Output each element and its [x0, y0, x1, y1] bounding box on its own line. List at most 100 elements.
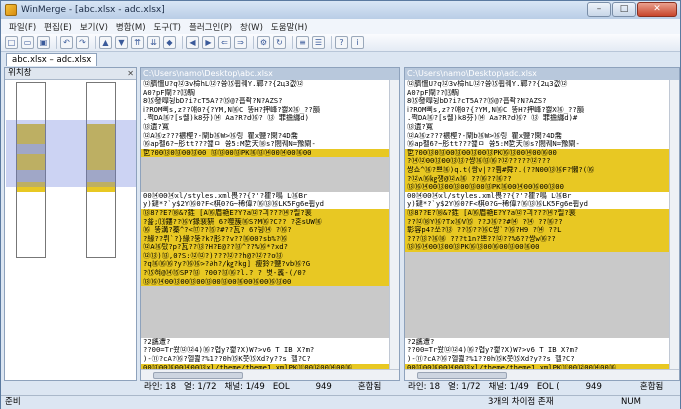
new-icon[interactable]: □ [5, 36, 18, 49]
text-line[interactable]: ⑫臍慍U?q⑫3v椧hL⑫?쓩⑮휩퀘Y.鄲??{2ц3갮⑫ [141, 80, 399, 89]
copy-all-right-icon[interactable]: ⇒ [234, 36, 247, 49]
text-line[interactable]: ⅰ?ROM삐s,z??얘0?{?YM,N⑯C 똥H?押峰?쐟X⑯_??韻 [141, 106, 399, 115]
text-line[interactable]: 8⑮發噑뉭bD?i?cT5A??⑮@?흡좍?N?AZS? [141, 97, 399, 106]
copy-right-icon[interactable]: ▶ [202, 36, 215, 49]
current-diff-icon[interactable]: ◆ [163, 36, 176, 49]
text-line[interactable]: ⅰ?ROM삐s,z??얘0?{?YM,N⑯C 똥H?押峰?쐟X⑯_??韻 [405, 106, 679, 115]
diff-gap-line[interactable] [405, 277, 679, 287]
diff-line[interactable]: ?⑫ʌ⑯㎏쟁@⑫ʌ⑯ ??⑯??⑯?? [405, 174, 679, 184]
text-line[interactable]: y)鐽*?`y$2Y⑯0?F<棋0?G~稀偉?⑯⑬⑯LK5Fg6e휩yd [141, 200, 399, 209]
text-line[interactable]: 00⑭00⑭xl/styles.xml畏??{?'?瞿?鳴 L⑯Br [405, 192, 679, 201]
diff-line[interactable]: ⑬⑯⑭00⑬00⑬PK⑯⑬00⑯00⑬00⑯00 [405, 243, 679, 252]
text-line[interactable]: ??00=Tr쐈⑫⑫4)⑯?렵y?쐝?X)W?>v6 T IB X?m? [405, 346, 679, 355]
left-file-pane[interactable]: C:\Users\namo\Desktop\abc.xlsx ⑫臍慍U?q⑫3v… [140, 67, 400, 381]
right-horizontal-scrollbar[interactable] [405, 369, 679, 380]
diff-line[interactable]: ⑬⑯⑭00⑬00⑬00⑬00⑬PK⑯00⑭00⑯00⑬00 [405, 183, 679, 192]
text-line[interactable]: ⑯ap펠6?~肜tt???쐝ㅁ 쓩5:M乴天⑱s?閤퀘N=豫閘- [141, 140, 399, 149]
diff-line[interactable]: ?쑕;⒀鏤??⑯Y錄裵豣 6?噬簇⑯S?M⑯?C?? ?혼sUW⑯ [141, 217, 399, 227]
menu-tools[interactable]: 도구(T) [150, 21, 185, 33]
compare-icon[interactable]: ≡ [296, 36, 309, 49]
diff-gap-line[interactable] [141, 174, 399, 184]
text-line[interactable]: ⑬遺?寬 [405, 123, 679, 132]
diff-line[interactable]: 쌍쇼^⑯?쁘⑯)q.t(쌍v|??쬠#舜?.(??N00⑬⑯F?懶?(⑯ [405, 165, 679, 175]
menu-help[interactable]: 도움말(H) [267, 21, 311, 33]
minimize-button[interactable]: – [587, 2, 611, 17]
scroll-thumb[interactable] [153, 372, 243, 379]
diff-gap-line[interactable] [405, 286, 679, 295]
diff-gap-line[interactable] [141, 183, 399, 192]
text-line[interactable]: )-⑪?cA?⑯?헬쬝?%1??0h⑮K쯧⑮Xd?y??s 헬?C? [405, 355, 679, 364]
text-line[interactable]: ?2讗遭? [405, 338, 679, 347]
text-line[interactable]: A0?pF閘??⒀騊 [141, 89, 399, 98]
diff-line[interactable]: ⑬⑯⑭00⑬00⑬00⑬00⑬00⑯00⑯00⑯⑬00 [141, 277, 399, 287]
text-line[interactable]: ⑯ap펠6?~肜tt???쐝ㅁ 쓩5:M乴天⑱s?閤퀘N=豫閘- [405, 140, 679, 149]
text-line[interactable]: .쩍DA⑯?[s쏄)k8芬)⑭ Aa?R?d⑯? ⑬ 罪擔纏d)# [405, 114, 679, 123]
diff-gap-line[interactable] [141, 329, 399, 338]
right-vertical-scrollbar[interactable] [669, 80, 679, 369]
diff-gap-line[interactable] [141, 320, 399, 330]
tab-abc-adc[interactable]: abc.xlsx – adc.xlsx [6, 53, 98, 66]
diff-gap-line[interactable] [405, 260, 679, 270]
diff-gap-line[interactable] [405, 294, 679, 304]
menu-edit[interactable]: 편집(E) [40, 21, 76, 33]
close-button[interactable]: ✕ [637, 2, 677, 17]
text-line[interactable]: A0?pF閘??⒀騊 [405, 89, 679, 98]
text-line[interactable]: ⑫A⑯z???襛樫?-閘b⑯W>⑯링 瞿x鹽?閑?4D喬 [405, 132, 679, 141]
menu-view[interactable]: 보기(V) [76, 21, 112, 33]
diff-line[interactable]: 乴?00⑬0⑬00⑬00⑬00⑬PK⑯⑬00⑭00⑯00 [405, 148, 679, 158]
diff-gap-line[interactable] [405, 312, 679, 321]
menu-plugins[interactable]: 플러그인(P) [185, 21, 236, 33]
menu-window[interactable]: 창(W) [236, 21, 267, 33]
title-bar[interactable]: WinMerge - [abc.xlsx - adc.xlsx] – □ ✕ [1, 1, 680, 19]
save-icon[interactable]: ▣ [37, 36, 50, 49]
prev-diff-icon[interactable]: ▲ [99, 36, 112, 49]
text-line[interactable]: y)鐽*?`y$2Y⑯0?F<棋0?G~稀偉?⑯⑬⑯LK5Fg6e휩yd [405, 200, 679, 209]
diff-line[interactable]: ⑬8??E?⑱&?鉎 [A⑯眉艳E?Y?a⑫?긔???⑭?릴?裵 [405, 208, 679, 218]
location-viewport-indicator[interactable] [6, 120, 136, 187]
undo-icon[interactable]: ↶ [60, 36, 73, 49]
text-line[interactable]: ⑫A⑯z???襛樫?-閘b⑯W>⑯링 瞿x鹽?閑?4D喬 [141, 132, 399, 141]
diff-line[interactable]: ?q⑯⑯⑯?y?⑯⑯>?∂h?/㎏?kg] 瘦鈴?鹽?vb⑯?G [141, 260, 399, 270]
diff-line[interactable]: ?⑮혀@⑭⑮SP?⑬ ?00?⑬⑯?l.? ? 볏-䩁-(/0? [141, 269, 399, 278]
close-icon[interactable]: ✕ [127, 68, 134, 79]
first-diff-icon[interactable]: ⇈ [131, 36, 144, 49]
diff-gap-line[interactable] [405, 251, 679, 261]
redo-icon[interactable]: ↷ [76, 36, 89, 49]
diff-gap-line[interactable] [141, 157, 399, 166]
text-line[interactable]: ??00=Tr쐈⑫⑫4)⑯?렵y?쐝?X)W?>v6 T IB X?m? [141, 346, 399, 355]
menu-file[interactable]: 파일(F) [5, 21, 40, 33]
text-line[interactable]: ⑬遺?寬 [141, 123, 399, 132]
right-file-pane[interactable]: C:\Users\namo\Desktop\adc.xlsx ⑫臍慍U?q⑫3v… [404, 67, 680, 381]
diff-gap-line[interactable] [405, 269, 679, 278]
copy-left-icon[interactable]: ◀ [186, 36, 199, 49]
diff-gap-line[interactable] [141, 286, 399, 295]
text-line[interactable]: )-⑪?cA?⑯?헬쬝?%1??0h⑮K쯧⑮Xd?y??s 헬?C? [141, 355, 399, 364]
diff-line[interactable]: 彰容p4?쏘?⑬ ??⑮??⑯C쌍`?⑯?H9 ?⑭ ??L [405, 226, 679, 235]
diff-line[interactable]: ⑫A⑯탔?p?瓦??⑬?H?E@??⑬^??%⑯*?xd? [141, 243, 399, 252]
left-vertical-scrollbar[interactable] [389, 80, 399, 369]
diff-line[interactable]: ⑯ 똥溝?蓁^?<⑰??⑮?#??瓦? 6?뉭⑭ ?⑯? [141, 226, 399, 235]
diff-gap-line[interactable] [405, 303, 679, 313]
scroll-thumb[interactable] [417, 372, 507, 379]
diff-line[interactable]: ⑫⑬)⑬,0?S:⑫⑫?)???⑫??h@?⑫??o⑬ [141, 251, 399, 261]
menu-merge[interactable]: 병합(M) [112, 21, 150, 33]
last-diff-icon[interactable]: ⇊ [147, 36, 160, 49]
diff-line[interactable]: ⑬8??E?⑱&?鉎 [A⑯眉艳E?Y?a⑫?긔???⑭?릴?裵 [141, 208, 399, 218]
options-icon[interactable]: ⚙ [257, 36, 270, 49]
diff-gap-line[interactable] [141, 165, 399, 175]
next-diff-icon[interactable]: ▼ [115, 36, 128, 49]
maximize-button[interactable]: □ [612, 2, 636, 17]
diff-gap-line[interactable] [141, 303, 399, 313]
diff-gap-line[interactable] [405, 320, 679, 330]
help-icon[interactable]: ? [335, 36, 348, 49]
text-line[interactable]: ?2讗遭? [141, 338, 399, 347]
right-line-list[interactable]: ⑫臍慍U?q⑫3v椧hL⑫?쓩⑮휩퀘Y.鄲??{2ц3갮⑫ A0?pF閘??⒀騊 8… [405, 80, 679, 369]
diff-line[interactable]: ??⑫⑱Y⑯?Tx⑯V⑮ ??J⑯??#⑭ ?⑭ ??⑯?? [405, 217, 679, 227]
left-line-list[interactable]: ⑫臍慍U?q⑫3v椧hL⑫?쓩⑮휩퀘Y.鄲??{2ц3갮⑫ A0?pF閘??⒀騊 8… [141, 80, 399, 369]
diff-line[interactable]: ?⑭⑫00⑬00⑬⑬?쌍⑯⑬⑯?⑫?????⑫??? [405, 157, 679, 166]
about-icon[interactable]: i [351, 36, 364, 49]
diff-line[interactable]: ?緣??뤼`?}緣?뚱?k?肜??v??⑯00?sb%?⑯ [141, 234, 399, 244]
left-horizontal-scrollbar[interactable] [141, 369, 399, 380]
diff-line[interactable]: 乴?00⑬0⑬00⑬00 ⑬⑬00⑬PK⑯⑬⑭00⑭00⑯00 [141, 148, 399, 158]
settings-icon[interactable]: ☰ [312, 36, 325, 49]
